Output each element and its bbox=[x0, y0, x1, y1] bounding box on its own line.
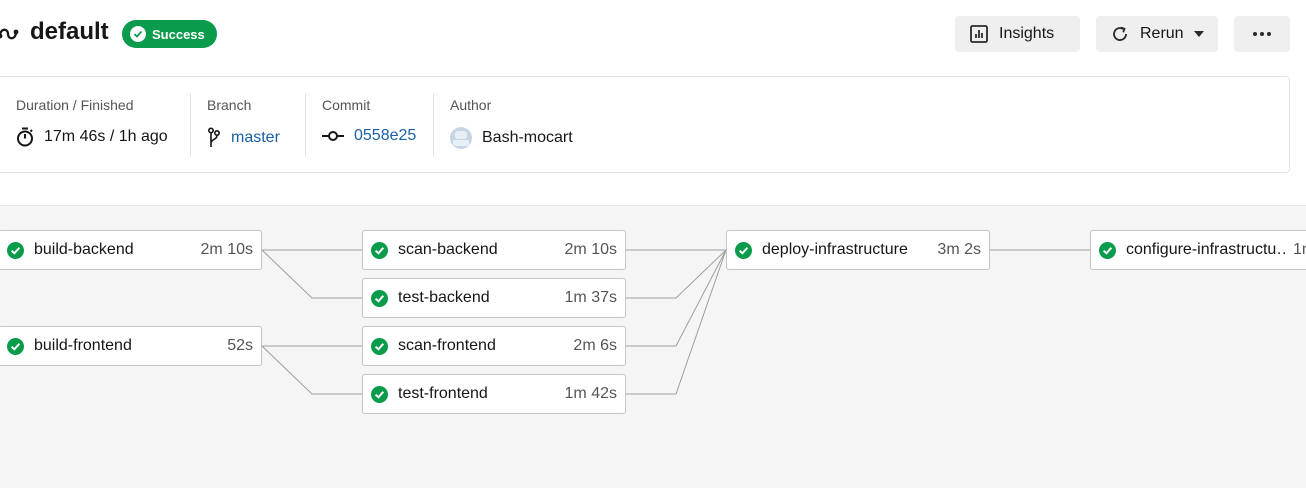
job-configure-infrastructure[interactable]: configure-infrastructu… 1m bbox=[1090, 230, 1306, 270]
branch-label: Branch bbox=[207, 97, 252, 113]
check-circle-icon bbox=[1099, 242, 1116, 259]
duration-value: 17m 46s / 1h ago bbox=[44, 128, 168, 145]
job-scan-backend[interactable]: scan-backend 2m 10s bbox=[362, 230, 626, 270]
check-icon bbox=[130, 26, 146, 42]
rerun-button[interactable]: Rerun bbox=[1096, 16, 1218, 52]
job-build-backend[interactable]: build-backend 2m 10s bbox=[0, 230, 262, 270]
avatar bbox=[450, 127, 472, 149]
workflow-icon bbox=[0, 28, 19, 40]
commit-label: Commit bbox=[322, 97, 371, 113]
stopwatch-icon bbox=[17, 127, 33, 147]
check-circle-icon bbox=[371, 290, 388, 307]
insights-icon bbox=[970, 25, 988, 43]
more-options-button[interactable] bbox=[1234, 16, 1290, 52]
check-circle-icon bbox=[7, 242, 24, 259]
insights-button[interactable]: Insights bbox=[955, 16, 1080, 52]
check-circle-icon bbox=[371, 386, 388, 403]
caret-down-icon bbox=[1193, 31, 1204, 37]
commit-section: Commit 0558e25 bbox=[322, 93, 422, 157]
workflow-graph: build-backend 2m 10s build-frontend 52s … bbox=[0, 205, 1306, 488]
job-duration: 1m bbox=[1293, 241, 1306, 258]
job-scan-frontend[interactable]: scan-frontend 2m 6s bbox=[362, 326, 626, 366]
job-name: scan-backend bbox=[398, 241, 498, 258]
job-name: test-backend bbox=[398, 289, 490, 306]
more-icon bbox=[1253, 32, 1271, 36]
job-duration: 2m 10s bbox=[564, 241, 617, 258]
page-title: default bbox=[30, 18, 109, 45]
job-name: scan-frontend bbox=[398, 337, 496, 354]
job-name: build-backend bbox=[34, 241, 134, 258]
commit-link[interactable]: 0558e25 bbox=[354, 127, 416, 145]
check-circle-icon bbox=[735, 242, 752, 259]
status-badge-label: Success bbox=[152, 26, 205, 42]
job-test-frontend[interactable]: test-frontend 1m 42s bbox=[362, 374, 626, 414]
job-duration: 2m 6s bbox=[573, 337, 617, 354]
job-duration: 2m 10s bbox=[200, 241, 253, 258]
divider bbox=[305, 93, 306, 157]
job-build-frontend[interactable]: build-frontend 52s bbox=[0, 326, 262, 366]
job-test-backend[interactable]: test-backend 1m 37s bbox=[362, 278, 626, 318]
divider bbox=[190, 93, 191, 157]
check-circle-icon bbox=[371, 242, 388, 259]
check-circle-icon bbox=[371, 338, 388, 355]
duration-section: Duration / Finished 17m 46s / 1h ago bbox=[16, 93, 176, 157]
job-duration: 1m 37s bbox=[564, 289, 617, 306]
divider bbox=[433, 93, 434, 157]
branch-link[interactable]: master bbox=[231, 129, 280, 147]
commit-icon bbox=[322, 131, 344, 141]
job-deploy-infrastructure[interactable]: deploy-infrastructure 3m 2s bbox=[726, 230, 990, 270]
rerun-label: Rerun bbox=[1140, 25, 1184, 42]
job-duration: 1m 42s bbox=[564, 385, 617, 402]
branch-section: Branch master bbox=[207, 93, 297, 157]
job-name: build-frontend bbox=[34, 337, 132, 354]
insights-label: Insights bbox=[999, 25, 1055, 42]
status-badge: Success bbox=[122, 20, 217, 48]
job-duration: 3m 2s bbox=[937, 241, 981, 258]
author-label: Author bbox=[450, 97, 492, 113]
job-name: deploy-infrastructure bbox=[762, 241, 908, 258]
pipeline-info-panel: Duration / Finished 17m 46s / 1h ago Bra… bbox=[0, 76, 1290, 173]
job-name: test-frontend bbox=[398, 385, 488, 402]
author-section: Author Bash-mocart bbox=[450, 93, 600, 157]
job-duration: 52s bbox=[227, 337, 253, 354]
workflow-header: default Success Insights Rerun bbox=[0, 0, 1306, 70]
branch-icon bbox=[207, 127, 221, 147]
author-name: Bash-mocart bbox=[482, 129, 573, 146]
rerun-icon bbox=[1113, 26, 1127, 41]
job-name: configure-infrastructu… bbox=[1126, 241, 1286, 258]
duration-label: Duration / Finished bbox=[16, 97, 134, 113]
check-circle-icon bbox=[7, 338, 24, 355]
